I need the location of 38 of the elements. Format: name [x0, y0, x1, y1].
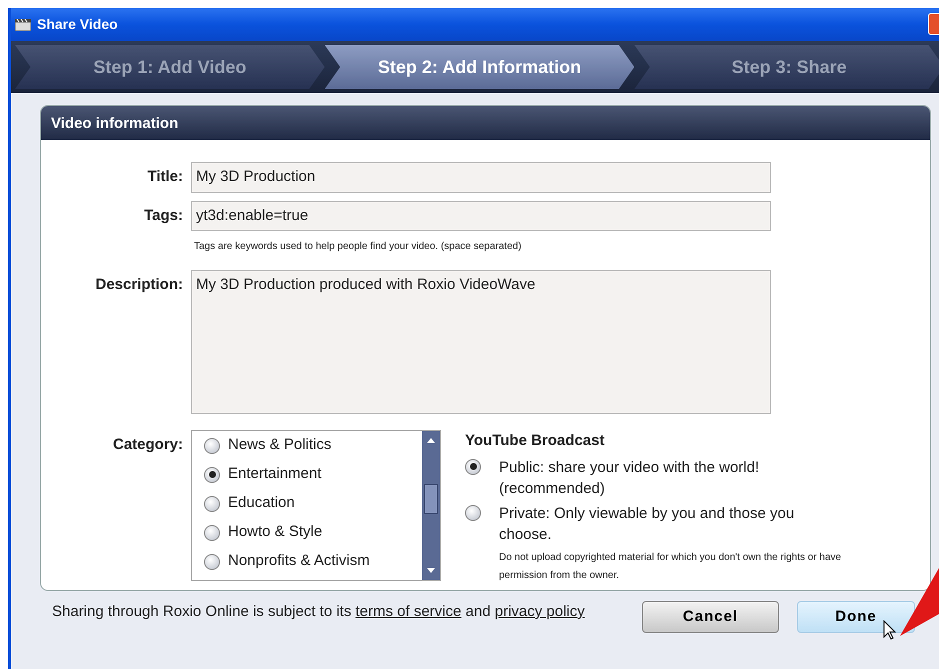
- terms-text: Sharing through Roxio Online is subject to its terms of service and privacy policy: [52, 602, 586, 622]
- radio-button[interactable]: [204, 554, 220, 570]
- done-button[interactable]: Done: [797, 601, 915, 633]
- visibility-option[interactable]: Public: share your video with the world! (recommended): [465, 456, 895, 498]
- field-label: Category:: [112, 435, 183, 455]
- category-option[interactable]: Entertainment: [204, 460, 370, 489]
- field-label: Description:: [94, 275, 183, 295]
- radio-button[interactable]: [204, 524, 220, 540]
- text-field[interactable]: yt3d:enable=true: [191, 200, 771, 231]
- copyright-note: Do not upload copyrighted material for which you don't own the rights or have permission from the owner.: [499, 550, 842, 582]
- field-label: Tags:: [143, 206, 183, 226]
- panel-header: Video information: [41, 106, 930, 140]
- cancel-button[interactable]: Cancel: [642, 601, 779, 633]
- clapperboard-icon: [15, 18, 31, 30]
- radio-button[interactable]: [204, 466, 220, 482]
- terms-link[interactable]: privacy policy: [494, 603, 585, 620]
- scrollbar[interactable]: [422, 431, 440, 580]
- text-field[interactable]: My 3D Production: [191, 162, 771, 192]
- hint-text: Tags are keywords used to help people find your video. (space separated): [194, 240, 522, 254]
- step-tab[interactable]: Step 1: Add Video: [15, 45, 325, 89]
- step-tab[interactable]: Step 2: Add Information: [324, 45, 634, 89]
- mouse-cursor-icon: [883, 620, 897, 640]
- radio-button[interactable]: [204, 496, 220, 512]
- radio-button[interactable]: [465, 504, 481, 520]
- terms-link[interactable]: terms of service: [356, 603, 462, 620]
- scroll-thumb[interactable]: [424, 484, 438, 514]
- window-title: Share Video: [37, 15, 118, 34]
- category-option[interactable]: Nonprofits & Activism: [204, 547, 370, 576]
- category-option[interactable]: Howto & Style: [204, 518, 370, 547]
- field-label: Title:: [146, 167, 183, 187]
- section-title: YouTube Broadcast: [465, 431, 606, 451]
- step-tab[interactable]: Step 3: Share: [634, 45, 939, 89]
- radio-button[interactable]: [204, 438, 220, 454]
- description-field[interactable]: My 3D Production produced with Roxio VideoWave: [191, 270, 771, 414]
- category-option[interactable]: Education: [204, 489, 370, 518]
- category-option[interactable]: News & Politics: [204, 431, 370, 460]
- radio-button[interactable]: [465, 458, 481, 474]
- visibility-option[interactable]: Private: Only viewable by you and those you choose.: [465, 502, 895, 544]
